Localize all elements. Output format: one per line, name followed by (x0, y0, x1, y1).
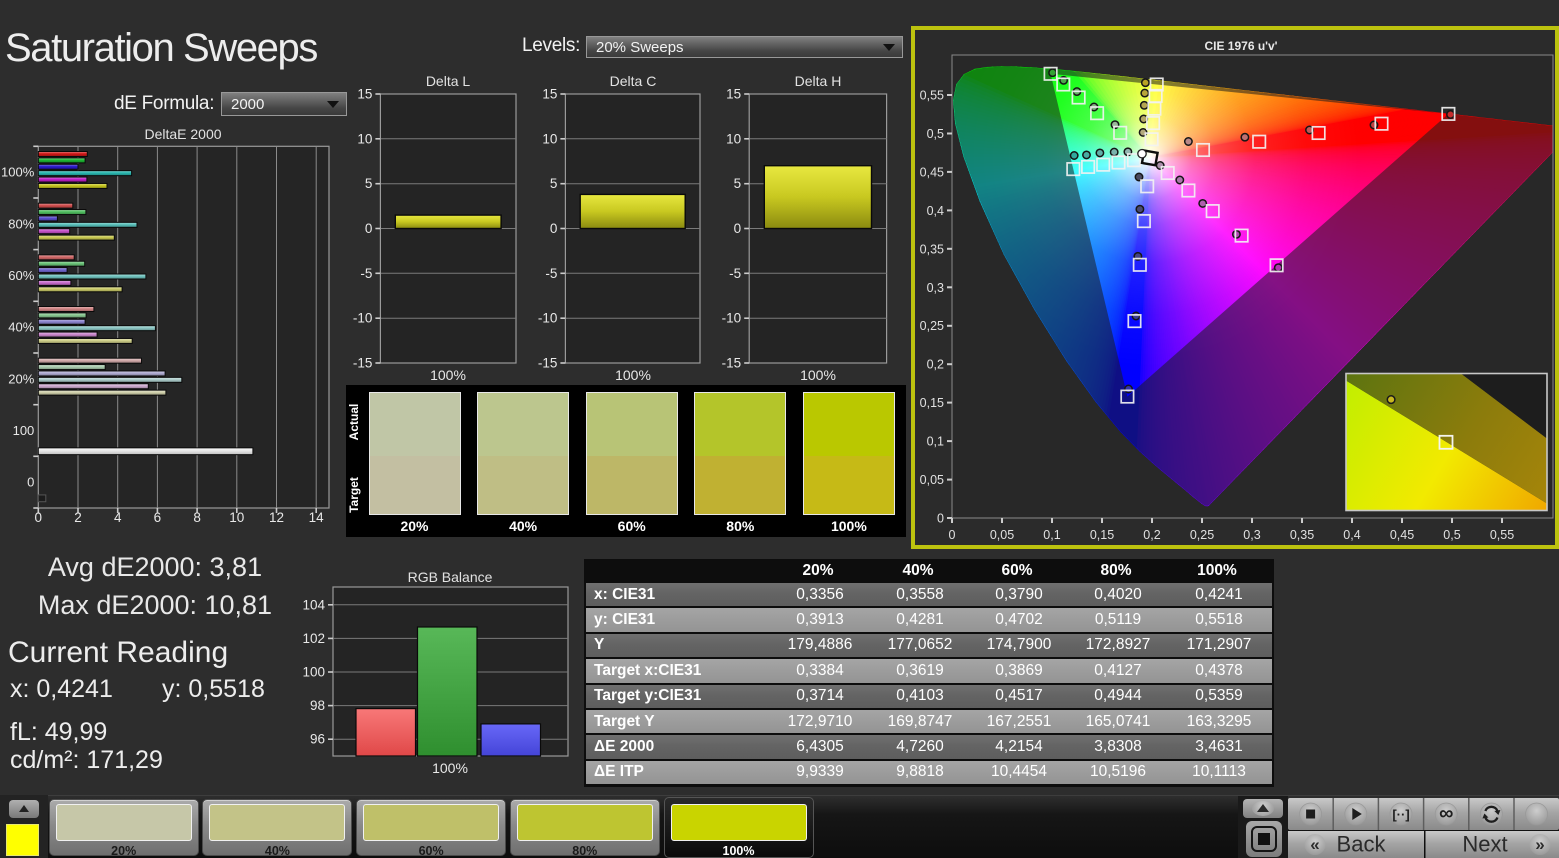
svg-text:8: 8 (193, 510, 201, 525)
svg-text:Next: Next (1462, 832, 1507, 857)
svg-text:-5: -5 (545, 266, 557, 281)
svg-text:10: 10 (542, 131, 557, 146)
svg-text:0,35: 0,35 (1290, 528, 1314, 542)
svg-text:-15: -15 (353, 356, 373, 371)
svg-text:0,5: 0,5 (1443, 528, 1460, 542)
svg-text:15: 15 (357, 87, 372, 102)
svg-text:4: 4 (114, 510, 122, 525)
svg-text:-15: -15 (538, 356, 558, 371)
svg-text:0,4: 0,4 (1343, 528, 1360, 542)
svg-text:100%: 100% (615, 367, 651, 383)
svg-text:0: 0 (949, 528, 956, 542)
svg-text:40%: 40% (8, 320, 34, 335)
svg-text:0,25: 0,25 (1190, 528, 1214, 542)
svg-text:-10: -10 (538, 311, 558, 326)
svg-text:100: 100 (13, 423, 35, 438)
svg-text:100%: 100% (432, 760, 468, 776)
svg-text:-10: -10 (353, 311, 373, 326)
svg-text:96: 96 (310, 732, 325, 747)
svg-text:«: « (1310, 835, 1319, 854)
svg-text:0,55: 0,55 (920, 89, 944, 103)
svg-text:-5: -5 (360, 266, 372, 281)
svg-text:15: 15 (542, 87, 557, 102)
svg-text:0,15: 0,15 (1090, 528, 1114, 542)
svg-text:100%: 100% (430, 367, 466, 383)
svg-text:»: » (1535, 835, 1544, 854)
svg-text:-10: -10 (722, 311, 742, 326)
svg-text:0,35: 0,35 (920, 242, 944, 256)
svg-text:0,55: 0,55 (1490, 528, 1514, 542)
svg-text:6: 6 (154, 510, 162, 525)
svg-text:CIE 1976 u'v': CIE 1976 u'v' (1204, 39, 1277, 53)
svg-text:Back: Back (1337, 832, 1387, 857)
svg-text:102: 102 (302, 631, 325, 646)
svg-text:100%: 100% (1, 165, 35, 180)
svg-text:80%: 80% (8, 216, 34, 231)
svg-text:0: 0 (27, 475, 34, 490)
svg-text:0: 0 (550, 221, 558, 236)
svg-text:20%: 20% (8, 371, 34, 386)
svg-text:12: 12 (269, 510, 284, 525)
svg-text:0,4: 0,4 (927, 204, 944, 218)
svg-text:Delta L: Delta L (426, 73, 471, 89)
svg-text:Delta H: Delta H (795, 73, 842, 89)
svg-text:0,05: 0,05 (920, 473, 944, 487)
svg-text:0,05: 0,05 (990, 528, 1014, 542)
svg-text:0,2: 0,2 (1143, 528, 1160, 542)
svg-text:-5: -5 (729, 266, 741, 281)
svg-text:0,5: 0,5 (927, 127, 944, 141)
svg-text:0,25: 0,25 (920, 319, 944, 333)
svg-text:0: 0 (365, 221, 373, 236)
svg-text:2: 2 (74, 510, 82, 525)
svg-text:100%: 100% (800, 367, 836, 383)
svg-text:∞: ∞ (1439, 803, 1453, 825)
svg-text:0,2: 0,2 (927, 358, 944, 372)
svg-text:0,1: 0,1 (1043, 528, 1060, 542)
svg-text:Delta C: Delta C (610, 73, 657, 89)
svg-text:5: 5 (365, 176, 373, 191)
svg-text:15: 15 (726, 87, 741, 102)
svg-text:0,45: 0,45 (1390, 528, 1414, 542)
svg-text:10: 10 (229, 510, 244, 525)
svg-text:0,15: 0,15 (920, 396, 944, 410)
svg-text:10: 10 (726, 131, 741, 146)
svg-text:-15: -15 (722, 356, 742, 371)
svg-text:100: 100 (302, 665, 325, 680)
svg-text:0,3: 0,3 (1243, 528, 1260, 542)
svg-text:0: 0 (937, 512, 944, 526)
svg-text:60%: 60% (8, 268, 34, 283)
svg-text:14: 14 (309, 510, 325, 525)
svg-text:0: 0 (35, 510, 43, 525)
svg-text:DeltaE 2000: DeltaE 2000 (144, 126, 221, 142)
svg-text:RGB Balance: RGB Balance (408, 569, 493, 585)
svg-text:0,45: 0,45 (920, 165, 944, 179)
svg-text:5: 5 (734, 176, 742, 191)
svg-text:[··]: [··] (1392, 807, 1409, 822)
svg-text:0,1: 0,1 (927, 435, 944, 449)
svg-text:98: 98 (310, 698, 325, 713)
svg-text:104: 104 (302, 597, 325, 612)
svg-text:0: 0 (734, 221, 742, 236)
svg-text:5: 5 (550, 176, 558, 191)
svg-text:10: 10 (357, 131, 372, 146)
svg-text:0,3: 0,3 (927, 281, 944, 295)
